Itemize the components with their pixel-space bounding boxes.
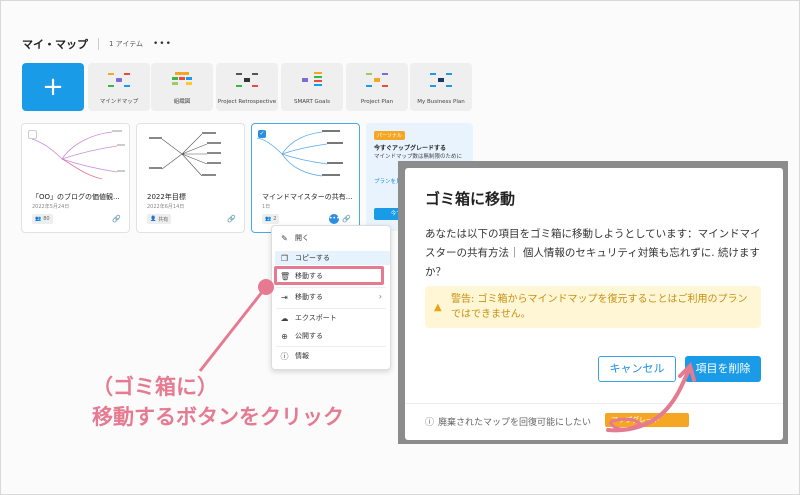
annotation-callout: （ゴミ箱に） 移動するボタンをクリック xyxy=(92,372,344,432)
business-plan-icon xyxy=(430,73,452,87)
project-plan-icon xyxy=(366,73,388,87)
template-label: SMART Goals xyxy=(294,99,330,105)
template-project-plan[interactable]: Project Plan xyxy=(346,63,408,111)
menu-divider xyxy=(276,287,386,288)
menu-item-label: 公開する xyxy=(295,332,323,340)
footer-text: 廃棄されたマップを回復可能にしたい xyxy=(438,418,592,428)
menu-item-label: 開く xyxy=(295,234,309,242)
annotation-line xyxy=(198,286,268,372)
globe-icon: ⊕ xyxy=(281,331,288,341)
map-thumbnail xyxy=(256,130,343,177)
plan-badge: パーソナル xyxy=(374,131,406,140)
template-smart-goals[interactable]: SMART Goals xyxy=(281,63,343,111)
menu-item-open[interactable]: ✎ 開く xyxy=(280,231,309,245)
map-card[interactable]: 2022年目標 2022年6月14日 👤 共有 🔗 xyxy=(136,123,245,233)
warning-box: ▲ 警告: ゴミ箱からマインドマップを復元することはご利用のプランではできません… xyxy=(425,286,761,328)
menu-item-label: コピーする xyxy=(295,254,330,262)
move-icon: ⇥ xyxy=(281,292,288,302)
new-map-button[interactable]: + xyxy=(22,63,84,111)
divider xyxy=(98,38,99,50)
highlight-box xyxy=(274,266,384,285)
promo-text: マインドマップ数は無制限のために xyxy=(374,154,463,160)
chip-label: 80 xyxy=(43,216,50,222)
menu-item-label: 情報 xyxy=(295,352,309,360)
users-icon: 👥 xyxy=(265,216,272,222)
dialog-title: ゴミ箱に移動 xyxy=(425,190,516,208)
menu-divider xyxy=(276,308,386,309)
more-button[interactable]: ••• xyxy=(153,39,172,49)
smart-goals-icon xyxy=(302,72,322,86)
callout-line-2: 移動するボタンをクリック xyxy=(92,405,344,429)
info-icon: ⓘ xyxy=(280,351,289,361)
export-icon: ☁ xyxy=(280,313,289,323)
template-label: My Business Plan xyxy=(417,99,465,105)
header: マイ・マップ 1 アイテム ••• xyxy=(22,36,172,52)
template-org-chart[interactable]: 組織図 xyxy=(151,63,213,111)
menu-divider xyxy=(276,346,386,347)
share-chip: 👥 80 xyxy=(32,214,53,224)
page-title: マイ・マップ xyxy=(22,38,88,51)
map-card[interactable]: 「OO」のブログの価値観... 2022年5月24日 👥 80 🔗 xyxy=(21,123,130,233)
template-label: マインドマップ xyxy=(99,99,139,105)
mindmap-icon xyxy=(108,73,130,87)
user-icon: 👤 xyxy=(150,216,157,222)
menu-item-publish[interactable]: ⊕ 公開する xyxy=(280,329,323,343)
menu-item-label: 移動する xyxy=(295,293,323,301)
map-date: 2022年6月14日 xyxy=(147,204,185,210)
map-name: マインドマイスターの共有... xyxy=(262,193,353,201)
dialog-footer: ⓘ 廃棄されたマップを回復可能にしたい xyxy=(425,415,591,428)
select-checkbox[interactable] xyxy=(28,130,37,139)
link-icon[interactable]: 🔗 xyxy=(112,215,121,223)
menu-item-copy[interactable]: ❐ コピーする xyxy=(275,251,390,265)
item-count: 1 アイテム xyxy=(109,40,143,48)
annotation-arrow xyxy=(606,362,696,433)
trash-dialog: ゴミ箱に移動 あなたは以下の項目をゴミ箱に移動しようとしています：マインドマイス… xyxy=(405,168,783,440)
card-menu-button[interactable]: ••• xyxy=(329,214,340,224)
template-label: Project Plan xyxy=(360,99,394,105)
map-date: 2022年5月24日 xyxy=(32,204,70,210)
link-icon[interactable]: 🔗 xyxy=(227,215,236,223)
warning-text: 警告: ゴミ箱からマインドマップを復元することはご利用のプランではできません。 xyxy=(451,294,748,320)
map-thumbnail xyxy=(31,130,125,180)
template-label: 組織図 xyxy=(173,99,191,105)
template-label: Project Retrospective xyxy=(217,99,277,105)
menu-item-info[interactable]: ⓘ 情報 xyxy=(280,349,310,363)
dialog-divider xyxy=(405,403,783,404)
chip-label: 2 xyxy=(273,216,277,222)
map-card-selected[interactable]: ✓ マインドマイスターの共有... 1日 👥 2 ••• 🔗 xyxy=(251,123,360,233)
org-chart-icon xyxy=(172,72,192,85)
chip-label: 共有 xyxy=(158,216,169,223)
menu-item-move[interactable]: ⇥ 移動する xyxy=(280,290,323,304)
template-retrospective[interactable]: Project Retrospective xyxy=(216,63,278,111)
select-checkbox-checked[interactable]: ✓ xyxy=(258,130,266,138)
link-icon[interactable]: 🔗 xyxy=(342,215,351,223)
users-icon: 👥 xyxy=(35,216,42,222)
info-icon: ⓘ xyxy=(425,418,435,428)
template-mindmap[interactable]: マインドマップ xyxy=(88,63,150,111)
map-name: 2022年目標 xyxy=(147,193,186,201)
dialog-message: あなたは以下の項目をゴミ箱に移動しようとしています：マインドマイスターの共有方法… xyxy=(425,228,761,278)
menu-item-export[interactable]: ☁ エクスポート xyxy=(280,311,337,325)
template-business-plan[interactable]: My Business Plan xyxy=(410,63,472,111)
share-chip: 👥 2 xyxy=(262,214,280,224)
chevron-right-icon: › xyxy=(378,292,382,301)
share-chip: 👤 共有 xyxy=(147,214,172,224)
pencil-icon: ✎ xyxy=(281,233,288,243)
promo-heading: 今すぐアップグレードする xyxy=(374,145,447,152)
callout-line-1: （ゴミ箱に） xyxy=(92,375,218,399)
copy-icon: ❐ xyxy=(280,253,289,263)
warning-icon: ▲ xyxy=(434,302,442,313)
retrospective-icon xyxy=(236,73,258,87)
map-date: 1日 xyxy=(262,204,271,210)
map-name: 「OO」のブログの価値観... xyxy=(32,193,120,201)
menu-item-label: エクスポート xyxy=(295,314,337,322)
context-menu: ✎ 開く ❐ コピーする 🗑 移動する ⇥ 移動する › ☁ エクスポート ⊕ 公開する ⓘ… xyxy=(271,225,391,370)
map-thumbnail xyxy=(149,132,221,177)
